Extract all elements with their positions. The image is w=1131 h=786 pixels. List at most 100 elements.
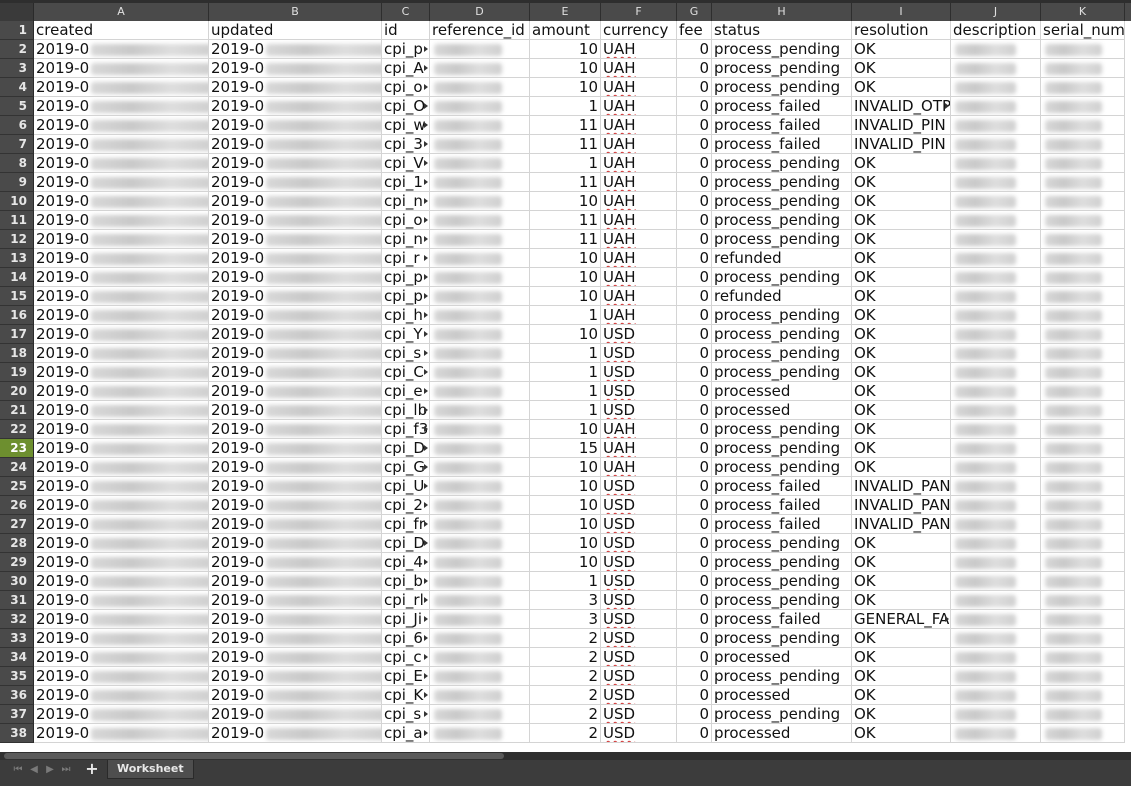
table-cell[interactable]: USD <box>601 344 677 363</box>
row-header[interactable]: 8 <box>0 154 34 173</box>
table-cell[interactable]: 2 <box>530 648 601 667</box>
table-cell[interactable] <box>951 59 1041 78</box>
table-cell[interactable]: INVALID_PAN <box>852 515 951 534</box>
table-cell[interactable]: INVALID_PAN <box>852 477 951 496</box>
table-cell[interactable]: OK <box>852 591 951 610</box>
table-cell[interactable] <box>430 230 530 249</box>
table-cell[interactable]: cpi_a <box>382 724 430 743</box>
table-cell[interactable]: 2019-0 <box>209 610 382 629</box>
table-cell[interactable]: 2019-0 <box>34 306 209 325</box>
table-cell[interactable]: USD <box>601 477 677 496</box>
table-cell[interactable] <box>951 420 1041 439</box>
table-cell[interactable] <box>1041 154 1125 173</box>
table-cell[interactable]: 3 <box>530 610 601 629</box>
table-cell[interactable]: cpi_n <box>382 192 430 211</box>
table-cell[interactable]: process_failed <box>712 496 852 515</box>
table-cell[interactable]: 2019-0 <box>34 686 209 705</box>
row-header[interactable]: 23 <box>0 439 34 458</box>
table-cell[interactable] <box>951 230 1041 249</box>
table-cell[interactable]: cpi_D <box>382 534 430 553</box>
table-cell[interactable] <box>430 363 530 382</box>
table-cell[interactable] <box>430 534 530 553</box>
table-cell[interactable]: USD <box>601 325 677 344</box>
table-cell[interactable]: 10 <box>530 59 601 78</box>
table-cell[interactable] <box>1041 591 1125 610</box>
table-cell[interactable] <box>1041 344 1125 363</box>
table-cell[interactable] <box>951 439 1041 458</box>
table-cell[interactable]: UAH <box>601 192 677 211</box>
table-cell[interactable] <box>951 344 1041 363</box>
table-cell[interactable] <box>951 135 1041 154</box>
table-cell[interactable] <box>951 477 1041 496</box>
table-cell[interactable]: process_pending <box>712 192 852 211</box>
table-cell[interactable]: 2019-0 <box>209 458 382 477</box>
table-cell[interactable]: 2019-0 <box>209 268 382 287</box>
table-cell[interactable]: OK <box>852 686 951 705</box>
column-header-b[interactable]: B <box>209 3 382 21</box>
table-cell[interactable]: 2019-0 <box>34 97 209 116</box>
table-cell[interactable] <box>1041 686 1125 705</box>
table-cell[interactable]: OK <box>852 249 951 268</box>
table-cell[interactable] <box>1041 325 1125 344</box>
table-cell[interactable]: 0 <box>677 135 712 154</box>
table-cell[interactable]: USD <box>601 724 677 743</box>
table-cell[interactable] <box>951 705 1041 724</box>
table-cell[interactable]: 2019-0 <box>209 306 382 325</box>
table-cell[interactable]: 0 <box>677 667 712 686</box>
table-cell[interactable]: OK <box>852 534 951 553</box>
table-cell[interactable]: USD <box>601 629 677 648</box>
spreadsheet-grid[interactable]: ABCDEFGHIJK 1 created updated id reference_i… <box>0 0 1131 752</box>
table-cell[interactable] <box>951 496 1041 515</box>
table-cell[interactable]: UAH <box>601 135 677 154</box>
table-cell[interactable]: process_pending <box>712 59 852 78</box>
column-header-h[interactable]: H <box>712 3 852 21</box>
header-cell-description[interactable]: description <box>951 21 1041 40</box>
table-cell[interactable] <box>1041 287 1125 306</box>
table-cell[interactable] <box>1041 610 1125 629</box>
table-cell[interactable]: UAH <box>601 173 677 192</box>
table-cell[interactable] <box>1041 249 1125 268</box>
table-cell[interactable] <box>1041 173 1125 192</box>
table-cell[interactable]: 10 <box>530 325 601 344</box>
table-cell[interactable]: OK <box>852 211 951 230</box>
table-cell[interactable]: 2019-0 <box>34 287 209 306</box>
table-cell[interactable] <box>1041 230 1125 249</box>
table-cell[interactable] <box>1041 496 1125 515</box>
row-header[interactable]: 21 <box>0 401 34 420</box>
table-cell[interactable]: 2 <box>530 705 601 724</box>
row-header[interactable]: 38 <box>0 724 34 743</box>
table-cell[interactable]: refunded <box>712 287 852 306</box>
table-cell[interactable] <box>430 173 530 192</box>
table-cell[interactable]: 2019-0 <box>34 78 209 97</box>
table-cell[interactable]: 2019-0 <box>209 211 382 230</box>
table-cell[interactable]: OK <box>852 173 951 192</box>
table-cell[interactable]: 2019-0 <box>34 344 209 363</box>
table-cell[interactable]: 10 <box>530 420 601 439</box>
table-cell[interactable]: 10 <box>530 477 601 496</box>
row-header[interactable]: 29 <box>0 553 34 572</box>
table-cell[interactable]: UAH <box>601 116 677 135</box>
table-cell[interactable]: OK <box>852 648 951 667</box>
table-cell[interactable]: 1 <box>530 306 601 325</box>
table-cell[interactable]: 2019-0 <box>209 192 382 211</box>
table-cell[interactable]: process_failed <box>712 135 852 154</box>
table-cell[interactable]: 2019-0 <box>34 40 209 59</box>
table-cell[interactable]: 2019-0 <box>209 686 382 705</box>
table-cell[interactable]: USD <box>601 610 677 629</box>
table-cell[interactable]: 0 <box>677 173 712 192</box>
table-cell[interactable]: cpi_b <box>382 572 430 591</box>
table-cell[interactable]: 2019-0 <box>209 572 382 591</box>
row-header[interactable]: 9 <box>0 173 34 192</box>
table-cell[interactable]: 2019-0 <box>34 629 209 648</box>
table-cell[interactable]: 2019-0 <box>34 382 209 401</box>
table-cell[interactable] <box>951 97 1041 116</box>
table-cell[interactable]: 2019-0 <box>209 553 382 572</box>
table-cell[interactable]: 2019-0 <box>209 420 382 439</box>
table-cell[interactable] <box>430 667 530 686</box>
table-cell[interactable]: cpi_A <box>382 59 430 78</box>
table-cell[interactable] <box>951 629 1041 648</box>
row-header[interactable]: 33 <box>0 629 34 648</box>
table-cell[interactable] <box>951 173 1041 192</box>
table-cell[interactable] <box>1041 382 1125 401</box>
table-cell[interactable]: 0 <box>677 572 712 591</box>
